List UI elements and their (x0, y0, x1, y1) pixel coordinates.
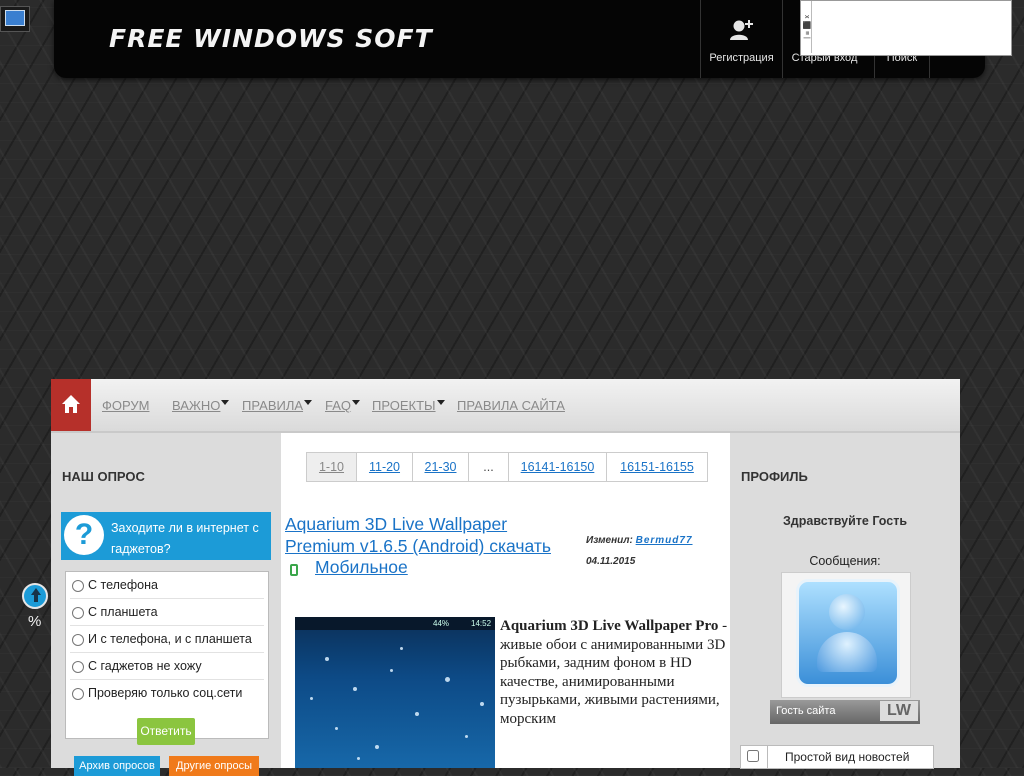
news-edited-by: Изменил: Bermud77 (586, 535, 693, 546)
ad-close-button[interactable]: x ⬛ ≡ | (801, 1, 812, 53)
poll-option[interactable]: С планшета (72, 605, 158, 619)
edited-user-link[interactable]: Bermud77 (636, 535, 693, 546)
poll-radio[interactable] (72, 606, 84, 619)
poll-title: НАШ ОПРОС (62, 469, 145, 484)
poll-question: ? Заходите ли в интернет с гаджетов? (61, 512, 271, 560)
poll-option[interactable]: С телефона (72, 578, 158, 592)
mobile-icon (290, 564, 298, 576)
page-link[interactable]: 16141-16150 (509, 453, 607, 481)
page-ellipsis: ... (469, 453, 509, 481)
lw-badge: LW (880, 701, 918, 721)
menu-item-site-rules[interactable]: ПРАВИЛА САЙТА (457, 398, 565, 413)
poll-radio[interactable] (72, 633, 84, 646)
home-icon (62, 395, 80, 413)
poll-radio[interactable] (72, 579, 84, 592)
page-link-current[interactable]: 1-10 (307, 453, 357, 481)
guest-badge: Гость сайта LW (770, 700, 920, 724)
poll-question-text: Заходите ли в интернет с гаджетов? (111, 521, 259, 556)
user-avatar-icon (796, 579, 900, 687)
page-link[interactable]: 16151-16155 (607, 453, 707, 481)
poll-option[interactable]: Проверяю только соц.сети (72, 686, 242, 700)
simple-view-label: Простой вид новостей (785, 750, 910, 764)
menu-item-important[interactable]: ВАЖНО (172, 398, 230, 413)
profile-greeting: Здравствуйте Гость (782, 514, 908, 528)
caret-down-icon (221, 400, 230, 405)
menu-item-forum[interactable]: ФОРУМ (102, 398, 149, 413)
page-link[interactable]: 21-30 (413, 453, 469, 481)
scroll-percent: % (28, 613, 42, 630)
scroll-top-button[interactable] (22, 583, 48, 609)
register-link[interactable]: Регистрация (700, 0, 782, 78)
news-category-link[interactable]: Мобильное (315, 557, 408, 578)
guest-label: Гость сайта (776, 705, 836, 717)
menu-item-projects[interactable]: ПРОЕКТЫ (372, 398, 445, 413)
poll-radio[interactable] (72, 687, 84, 700)
user-add-icon (730, 20, 753, 40)
window-icon[interactable] (0, 6, 30, 32)
simple-news-view-toggle[interactable]: Простой вид новостей (740, 745, 934, 769)
home-button[interactable] (51, 379, 91, 431)
profile-messages[interactable]: Сообщения: (730, 554, 960, 568)
caret-down-icon (304, 400, 313, 405)
poll-options: С телефона С планшета И с телефона, и с … (61, 571, 271, 741)
caret-down-icon (352, 400, 361, 405)
news-screenshot[interactable]: 44% 14:52 (295, 617, 495, 768)
vote-button[interactable]: Ответить (137, 718, 195, 745)
news-body-text: - живые обои с анимированными 3D рыбками… (500, 618, 728, 727)
menu-item-faq[interactable]: FAQ (325, 398, 361, 413)
news-date: 04.11.2015 (586, 556, 636, 567)
menu-item-rules[interactable]: ПРАВИЛА (242, 398, 313, 413)
other-polls-button[interactable]: Другие опросы (169, 756, 259, 776)
pagination: 1-10 11-20 21-30 ... 16141-16150 16151-1… (306, 452, 708, 482)
edited-label: Изменил: (586, 535, 633, 546)
register-label: Регистрация (709, 52, 774, 64)
news-body-bold: Aquarium 3D Live Wallpaper Pro (500, 618, 719, 634)
news-body: Aquarium 3D Live Wallpaper Pro - живые о… (500, 617, 732, 728)
avatar[interactable] (781, 572, 911, 698)
status-battery: 44% (433, 619, 450, 628)
poll-archive-button[interactable]: Архив опросов (74, 756, 160, 776)
ad-banner[interactable]: x ⬛ ≡ | (800, 0, 1012, 56)
site-logo[interactable]: FREE WINDOWS SOFT (109, 24, 433, 53)
poll-option[interactable]: И с телефона, и с планшета (72, 632, 252, 646)
simple-view-checkbox[interactable] (747, 750, 759, 762)
question-icon: ? (64, 515, 104, 555)
status-time: 14:52 (471, 619, 492, 628)
phone-status-bar: 44% 14:52 (295, 617, 495, 630)
main-container: ФОРУМ ВАЖНО ПРАВИЛА FAQ ПРОЕКТЫ ПРАВИЛА … (51, 379, 960, 776)
news-title-link[interactable]: Aquarium 3D Live Wallpaper Premium v1.6.… (285, 513, 575, 557)
profile-title: ПРОФИЛЬ (741, 469, 808, 484)
caret-down-icon (436, 400, 445, 405)
page-link[interactable]: 11-20 (357, 453, 413, 481)
poll-radio[interactable] (72, 660, 84, 673)
poll-option[interactable]: С гаджетов не хожу (72, 659, 202, 673)
main-menu: ФОРУМ ВАЖНО ПРАВИЛА FAQ ПРОЕКТЫ ПРАВИЛА … (51, 379, 960, 433)
